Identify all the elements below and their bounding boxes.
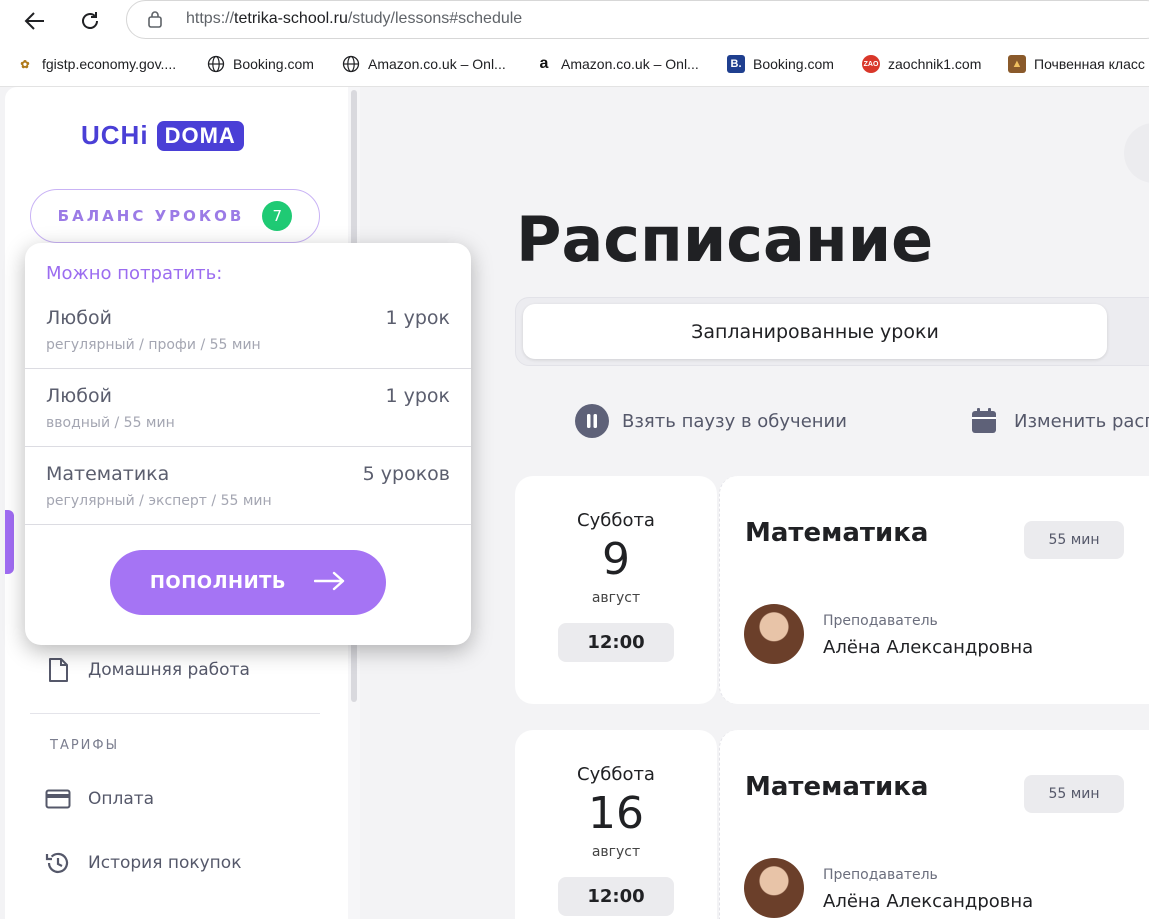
balance-row: Математика 5 уроков регулярный / эксперт…	[25, 447, 471, 525]
balance-popover: Можно потратить: Любой 1 урок регулярный…	[25, 243, 471, 645]
document-icon	[44, 656, 72, 684]
lesson-card[interactable]: Математика 55 мин Преподаватель Алёна Ал…	[719, 476, 1149, 704]
browser-toolbar: https://tetrika-school.ru/study/lessons#…	[0, 0, 1149, 41]
sidebar-item-label: Домашняя работа	[88, 660, 250, 680]
lesson-subject: Математика	[745, 772, 929, 802]
lesson-day-number: 16	[588, 788, 644, 839]
sidebar-item-homework[interactable]: Домашняя работа	[44, 656, 250, 684]
lesson-subject: Математика	[745, 518, 929, 548]
balance-row-count: 5 уроков	[362, 463, 450, 485]
bookmark-item[interactable]: ✿ fgistp.economy.gov....	[16, 53, 176, 75]
bookmark-label: zaochnik1.com	[888, 56, 982, 72]
url-text[interactable]: https://tetrika-school.ru/study/lessons#…	[186, 10, 522, 28]
booking-icon: B.	[727, 55, 745, 73]
sidebar-item-payment[interactable]: Оплата	[44, 785, 154, 813]
tab-scheduled-lessons[interactable]: Запланированные уроки	[523, 304, 1107, 359]
teacher-avatar	[744, 858, 804, 918]
lesson-time: 12:00	[558, 623, 674, 662]
balance-row-details: регулярный / эксперт / 55 мин	[46, 493, 272, 509]
balance-row-name: Математика	[46, 463, 170, 485]
balance-row-name: Любой	[46, 307, 112, 329]
change-schedule-button[interactable]: Изменить расп	[967, 404, 1149, 438]
bookmark-item[interactable]: B. Booking.com	[727, 53, 834, 75]
credit-card-icon	[44, 785, 72, 813]
lesson-balance-button[interactable]: БАЛАНС УРОКОВ 7	[30, 189, 320, 243]
teacher-role-label: Преподаватель	[823, 867, 938, 883]
calendar-icon	[967, 404, 1001, 438]
balance-row: Любой 1 урок регулярный / профи / 55 мин	[25, 291, 471, 369]
popover-title: Можно потратить:	[46, 263, 223, 284]
sidebar-item-label: История покупок	[88, 853, 242, 873]
action-label: Изменить расп	[1014, 410, 1149, 432]
balance-row-count: 1 урок	[385, 307, 450, 329]
logo-badge: DOMA	[156, 120, 244, 151]
page-title: Расписание	[516, 203, 934, 276]
teacher-avatar	[744, 604, 804, 664]
teacher-name: Алёна Александровна	[823, 891, 1034, 912]
balance-row-details: регулярный / профи / 55 мин	[46, 337, 261, 353]
bookmark-label: fgistp.economy.gov....	[42, 56, 177, 72]
bookmark-label: Amazon.co.uk – Onl...	[368, 56, 506, 72]
teacher-name: Алёна Александровна	[823, 637, 1034, 658]
logo[interactable]: UCHi DOMA	[81, 120, 244, 151]
bookmark-item[interactable]: ▲ Почвенная класс	[1008, 53, 1145, 75]
tariffs-section-title: ТАРИФЫ	[50, 738, 120, 753]
lock-icon[interactable]	[147, 10, 163, 32]
bookmark-label: Amazon.co.uk – Onl...	[561, 56, 699, 72]
sidebar-item-purchase-history[interactable]: История покупок	[44, 849, 241, 877]
balance-label: БАЛАНС УРОКОВ	[57, 207, 245, 225]
lesson-month: август	[591, 844, 641, 860]
balance-row-details: вводный / 55 мин	[46, 415, 175, 431]
bookmark-item[interactable]: Booking.com	[207, 53, 314, 75]
arrow-right-icon	[313, 571, 346, 595]
lesson-day-number: 9	[602, 534, 630, 585]
url-host: tetrika-school.ru	[234, 10, 348, 27]
lesson-duration-badge: 55 мин	[1024, 775, 1124, 813]
amazon-icon: a	[539, 55, 549, 72]
user-avatar[interactable]	[1124, 123, 1149, 183]
bookmark-label: Почвенная класс	[1034, 56, 1145, 72]
logo-text: UCHi	[81, 120, 149, 150]
bookmarks-bar: ✿ fgistp.economy.gov.... Booking.com Amaz…	[0, 41, 1149, 87]
back-arrow-icon[interactable]	[20, 6, 50, 36]
url-prefix: https://	[186, 10, 235, 27]
bookmark-item[interactable]: ZAO zaochnik1.com	[862, 53, 981, 75]
lesson-card[interactable]: Математика 55 мин Преподаватель Алёна Ал…	[719, 730, 1149, 919]
balance-row-name: Любой	[46, 385, 112, 407]
lesson-duration-badge: 55 мин	[1024, 521, 1124, 559]
bookmark-item[interactable]: a Amazon.co.uk – Onl...	[535, 53, 699, 75]
action-label: Взять паузу в обучении	[622, 410, 847, 432]
teacher-role-label: Преподаватель	[823, 613, 938, 629]
emblem-icon: ✿	[20, 58, 30, 71]
bookmark-label: Booking.com	[753, 56, 834, 72]
globe-icon	[342, 55, 360, 73]
lesson-weekday: Суббота	[577, 764, 655, 785]
lesson-date-card[interactable]: Суббота 16 август 12:00	[515, 730, 717, 919]
globe-icon	[207, 55, 225, 73]
history-icon	[44, 849, 72, 877]
pause-icon	[575, 404, 609, 438]
top-up-button-label: ПОПОЛНИТЬ	[149, 572, 287, 593]
top-up-button[interactable]: ПОПОЛНИТЬ	[110, 550, 386, 615]
balance-row-count: 1 урок	[385, 385, 450, 407]
bookmark-label: Booking.com	[233, 56, 314, 72]
lesson-time: 12:00	[558, 877, 674, 916]
lesson-weekday: Суббота	[577, 510, 655, 531]
lesson-month: август	[591, 590, 641, 606]
sidebar-item-label: Оплата	[88, 789, 155, 809]
pause-learning-button[interactable]: Взять паузу в обучении	[575, 404, 847, 438]
sidebar-divider	[30, 713, 320, 714]
reload-icon[interactable]	[75, 6, 105, 36]
balance-row: Любой 1 урок вводный / 55 мин	[25, 369, 471, 447]
zao-icon: ZAO	[862, 55, 880, 73]
active-nav-indicator	[5, 510, 14, 574]
folder-icon: ▲	[1008, 55, 1026, 73]
lesson-date-card[interactable]: Суббота 9 август 12:00	[515, 476, 717, 704]
url-path: /study/lessons#schedule	[347, 10, 523, 27]
balance-count-badge: 7	[262, 201, 293, 231]
bookmark-item[interactable]: Amazon.co.uk – Onl...	[342, 53, 506, 75]
